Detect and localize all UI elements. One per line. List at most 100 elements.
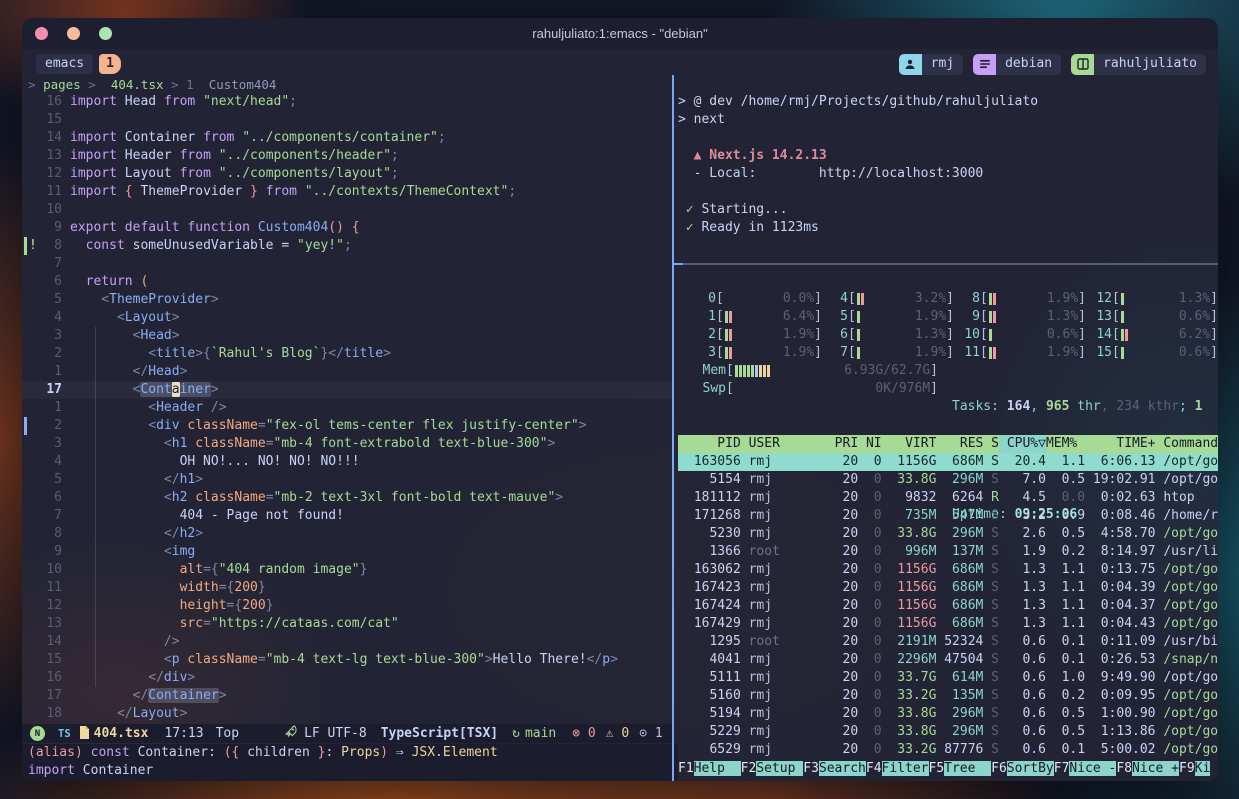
- code-line[interactable]: 16import Head from "next/head";: [22, 93, 672, 111]
- process-row[interactable]: 171268rmj200735M547MS3.20.90:08.46/home/…: [678, 507, 1218, 525]
- process-row[interactable]: 181112rmj20098326264R4.50.00:02.63htop: [678, 489, 1218, 507]
- code-line[interactable]: 10: [22, 201, 672, 219]
- fkey-f5[interactable]: F5Tree: [929, 760, 992, 778]
- pane-divider-vertical[interactable]: [672, 75, 674, 781]
- code-line[interactable]: 2 <div className="fex-ol tems-center fle…: [22, 417, 672, 435]
- tmux-badge-debian[interactable]: debian: [973, 54, 1061, 75]
- code-line[interactable]: 9 <img: [22, 543, 672, 561]
- code-line[interactable]: 11 width={200}: [22, 579, 672, 597]
- process-row[interactable]: 5160rmj20033.2G135MS0.60.20:09.95/opt/go: [678, 687, 1218, 705]
- process-row[interactable]: 4041rmj2002296M47504S0.60.10:26.53/snap/…: [678, 651, 1218, 669]
- column-header-mem[interactable]: MEM%: [1046, 435, 1085, 453]
- modeline-filename[interactable]: 404.tsx: [94, 725, 149, 743]
- code-line[interactable]: 6 <h2 className="mb-2 text-3xl font-bold…: [22, 489, 672, 507]
- fkey-f8[interactable]: F8Nice +: [1116, 760, 1179, 778]
- line-number: 13: [36, 615, 62, 633]
- text-segment: <: [70, 418, 156, 433]
- column-header-command[interactable]: Command: [1156, 435, 1218, 453]
- code-line[interactable]: 16 </div>: [22, 669, 672, 687]
- fkey-f7[interactable]: F7Nice -: [1054, 760, 1117, 778]
- fkey-f3[interactable]: F3Search: [803, 760, 866, 778]
- code-line[interactable]: 12import Layout from "../components/layo…: [22, 165, 672, 183]
- tmux-window-index-badge[interactable]: 1: [99, 54, 121, 74]
- gutter: [22, 597, 36, 615]
- tmux-badge-rmj[interactable]: rmj: [899, 54, 963, 75]
- process-cell: 163062: [686, 561, 741, 579]
- process-row[interactable]: 5230rmj20033.8G296MS2.60.54:58.70/opt/go: [678, 525, 1218, 543]
- code-line[interactable]: 18 </Layout>: [22, 705, 672, 723]
- column-header-cpu[interactable]: CPU%▽: [999, 435, 1046, 453]
- code-line[interactable]: 6 return (: [22, 273, 672, 291]
- code-line[interactable]: 14import Container from "../components/c…: [22, 129, 672, 147]
- process-row[interactable]: 6529rmj20033.2G87776S0.60.15:00.02/opt/g…: [678, 741, 1218, 759]
- fkey-f1[interactable]: F1Help: [678, 760, 741, 778]
- code-line[interactable]: 17 <Container>: [22, 381, 672, 399]
- code-line[interactable]: 1 <Header />: [22, 399, 672, 417]
- nextjs-terminal-pane[interactable]: > @ dev /home/rmj/Projects/github/rahulj…: [678, 93, 1216, 237]
- code-line[interactable]: 15 <p className="mb-4 text-lg text-blue-…: [22, 651, 672, 669]
- code-line[interactable]: 1 </Head>: [22, 363, 672, 381]
- code-line[interactable]: 4 OH NO!... NO! NO! NO!!!: [22, 453, 672, 471]
- process-row[interactable]: 5111rmj20033.7G614MS0.61.09:49.90/opt/go: [678, 669, 1218, 687]
- column-header-user[interactable]: USER: [741, 435, 827, 453]
- fkey-f6[interactable]: F6SortBy: [991, 760, 1054, 778]
- code-text: return (: [70, 273, 148, 291]
- code-line[interactable]: 15: [22, 111, 672, 129]
- code-line[interactable]: 14 />: [22, 633, 672, 651]
- process-row[interactable]: 1366root200996M137MS1.90.28:14.97/usr/li: [678, 543, 1218, 561]
- bracket: [: [848, 290, 856, 308]
- breadcrumb-folder[interactable]: pages: [43, 77, 81, 92]
- code-line[interactable]: 3 <h1 className="mb-4 font-extrabold tex…: [22, 435, 672, 453]
- line-number: 18: [36, 705, 62, 723]
- warning-count-icon[interactable]: ⚠: [606, 725, 622, 743]
- process-row[interactable]: 163062rmj2001156G686MS1.31.10:13.75/opt/…: [678, 561, 1218, 579]
- column-header-ni[interactable]: NI: [858, 435, 881, 453]
- column-header-pid[interactable]: PID: [686, 435, 741, 453]
- column-header-pri[interactable]: PRI: [827, 435, 858, 453]
- process-cell: 686M: [936, 597, 983, 615]
- process-row[interactable]: 5154rmj20033.8G296MS7.00.519:02.91/opt/g…: [678, 471, 1218, 489]
- code-line[interactable]: 17 </Container>: [22, 687, 672, 705]
- info-count-icon[interactable]: ⊙: [639, 725, 655, 743]
- code-line[interactable]: 13import Header from "../components/head…: [22, 147, 672, 165]
- error-count-icon[interactable]: ⊗: [572, 725, 588, 743]
- code-line[interactable]: 5 </h1>: [22, 471, 672, 489]
- process-row[interactable]: 167424rmj2001156G686MS1.31.10:04.37/opt/…: [678, 597, 1218, 615]
- tmux-badge-rahuljuliato[interactable]: rahuljuliato: [1071, 54, 1206, 75]
- editor-buffer[interactable]: 16import Head from "next/head";1514impor…: [22, 93, 672, 724]
- process-row[interactable]: 167429rmj2001156G686MS1.31.10:04.43/opt/…: [678, 615, 1218, 633]
- fkey-f9[interactable]: F9Ki: [1179, 760, 1210, 778]
- code-line[interactable]: 3 <Head>: [22, 327, 672, 345]
- code-line[interactable]: 7: [22, 255, 672, 273]
- column-header-res[interactable]: RES: [936, 435, 983, 453]
- tmux-session-tab[interactable]: emacs: [36, 54, 93, 74]
- code-line[interactable]: !8 const someUnusedVariable = "yey!";: [22, 237, 672, 255]
- process-row[interactable]: 5229rmj20033.8G296MS0.60.51:13.86/opt/go: [678, 723, 1218, 741]
- code-line[interactable]: 10 alt={"404 random image"}: [22, 561, 672, 579]
- fkey-f2[interactable]: F2Setup: [741, 760, 804, 778]
- code-line[interactable]: 4 <Layout>: [22, 309, 672, 327]
- code-line[interactable]: 13 src="https://cataas.com/cat": [22, 615, 672, 633]
- process-cell: S: [983, 615, 999, 633]
- process-row[interactable]: 5194rmj20033.8G296MS0.60.51:00.90/opt/go: [678, 705, 1218, 723]
- pane-divider-horizontal[interactable]: [674, 263, 1218, 265]
- process-row[interactable]: 1295root2002191M52324S0.60.10:11.09/usr/…: [678, 633, 1218, 651]
- code-line[interactable]: 12 height={200}: [22, 597, 672, 615]
- code-line[interactable]: 7 404 - Page not found!: [22, 507, 672, 525]
- process-row[interactable]: 167423rmj2001156G686MS1.31.10:04.39/opt/…: [678, 579, 1218, 597]
- column-header-s[interactable]: S: [983, 435, 999, 453]
- column-header-virt[interactable]: VIRT: [882, 435, 937, 453]
- fkey-f4[interactable]: F4Filter: [866, 760, 929, 778]
- breadcrumb-symbol[interactable]: Custom404: [209, 77, 277, 92]
- code-line[interactable]: 9export default function Custom404() {: [22, 219, 672, 237]
- code-line[interactable]: 8 </h2>: [22, 525, 672, 543]
- code-line[interactable]: 11import { ThemeProvider } from "../cont…: [22, 183, 672, 201]
- process-row[interactable]: 163056rmj2001156G686MS20.41.16:06.13/opt…: [678, 453, 1218, 471]
- code-line[interactable]: 5 <ThemeProvider>: [22, 291, 672, 309]
- breadcrumb-file[interactable]: 404.tsx: [111, 77, 164, 92]
- code-line[interactable]: 2 <title>{`Rahul's Blog`}</title>: [22, 345, 672, 363]
- process-table-header[interactable]: PIDUSERPRINIVIRTRESSCPU%▽MEM%TIME+Comman…: [678, 435, 1218, 453]
- modeline-branch[interactable]: main: [525, 725, 556, 743]
- column-header-time[interactable]: TIME+: [1085, 435, 1155, 453]
- modeline-major-mode[interactable]: TypeScript[TSX]: [381, 725, 498, 743]
